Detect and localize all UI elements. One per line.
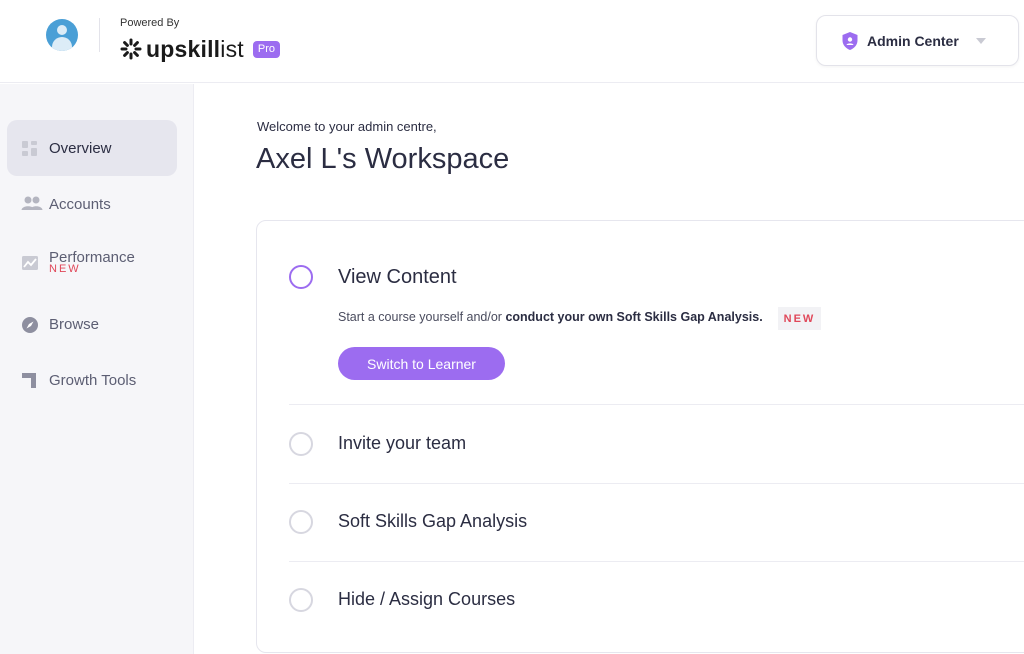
step-title-view-content[interactable]: View Content bbox=[338, 266, 457, 289]
divider bbox=[289, 561, 1024, 562]
step-title-hide-assign-courses[interactable]: Hide / Assign Courses bbox=[338, 589, 515, 610]
chevron-down-icon bbox=[975, 37, 986, 44]
header-divider bbox=[99, 18, 100, 52]
brand-name: upskillist bbox=[146, 35, 244, 62]
onboarding-checklist-card: View Content Start a course yourself and… bbox=[256, 220, 1024, 653]
grid-icon bbox=[22, 141, 37, 156]
user-avatar[interactable] bbox=[46, 19, 78, 51]
divider bbox=[289, 404, 1024, 405]
sidebar-item-label: Accounts bbox=[49, 196, 111, 213]
step-radio-view-content[interactable] bbox=[289, 265, 313, 289]
switch-to-learner-button[interactable]: Switch to Learner bbox=[338, 347, 505, 380]
admin-center-label: Admin Center bbox=[867, 32, 959, 49]
new-badge: NEW bbox=[778, 307, 821, 330]
step-description: Start a course yourself and/or conduct y… bbox=[338, 310, 763, 324]
divider bbox=[289, 483, 1024, 484]
upskillist-logo-icon bbox=[120, 38, 142, 60]
growth-icon bbox=[22, 373, 36, 388]
step-radio-soft-skills-gap-analysis[interactable] bbox=[289, 510, 313, 534]
shield-user-icon bbox=[842, 31, 858, 50]
sidebar-item-overview[interactable]: Overview bbox=[7, 120, 177, 176]
sidebar-item-label: Overview bbox=[49, 140, 112, 157]
step-radio-invite-team[interactable] bbox=[289, 432, 313, 456]
users-icon bbox=[21, 196, 43, 210]
page-title: Axel L's Workspace bbox=[256, 143, 510, 175]
step-radio-hide-assign-courses[interactable] bbox=[289, 588, 313, 612]
step-title-soft-skills-gap-analysis[interactable]: Soft Skills Gap Analysis bbox=[338, 511, 527, 532]
admin-center-dropdown[interactable]: Admin Center bbox=[816, 15, 1019, 66]
sidebar-item-label: Browse bbox=[49, 316, 100, 333]
chart-icon bbox=[22, 256, 38, 270]
pro-badge: Pro bbox=[252, 40, 280, 58]
brand-logo: upskillist Pro bbox=[120, 35, 280, 63]
sidebar-item-label: Growth Tools bbox=[49, 372, 137, 389]
top-header: Powered By upskillist Pro Admin Center bbox=[0, 0, 1024, 83]
sidebar-item-growth-tools[interactable]: Growth Tools bbox=[7, 352, 177, 408]
sidebar-item-accounts[interactable]: Accounts bbox=[7, 176, 177, 232]
sidebar: Overview Accounts Performance NEW Browse… bbox=[0, 84, 194, 654]
powered-by-label: Powered By bbox=[120, 17, 180, 29]
new-badge: NEW bbox=[49, 263, 81, 275]
step-title-invite-team[interactable]: Invite your team bbox=[338, 433, 466, 454]
compass-icon bbox=[22, 317, 38, 333]
sidebar-item-performance[interactable]: Performance NEW bbox=[7, 232, 177, 288]
welcome-text: Welcome to your admin centre, bbox=[257, 119, 437, 134]
sidebar-item-browse[interactable]: Browse bbox=[7, 296, 177, 352]
